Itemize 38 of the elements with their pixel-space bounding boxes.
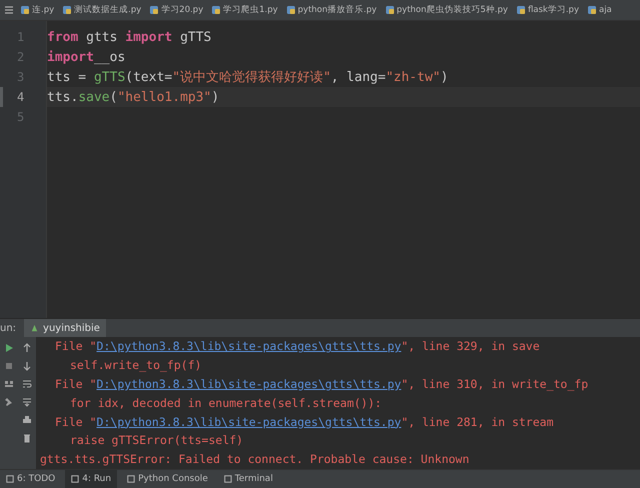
editor-tab[interactable]: 学习20.py — [145, 0, 208, 20]
tool-window-icon — [224, 475, 232, 483]
up-arrow-icon[interactable] — [22, 343, 32, 353]
tool-window-button[interactable]: Python Console — [121, 470, 214, 488]
code-line: from gtts import gTTS — [47, 28, 212, 46]
print-icon[interactable] — [22, 415, 32, 425]
console-line: self.write_to_fp(f) — [69, 357, 203, 374]
console-line: for idx, decoded in enumerate(self.stream()): — [69, 394, 383, 412]
play-icon[interactable] — [4, 343, 14, 353]
scroll-end-icon[interactable] — [22, 397, 32, 407]
run-config-tab[interactable]: yuyinshibie — [24, 319, 106, 337]
editor-tab[interactable]: python播放音乐.py — [282, 0, 381, 20]
console-line: File "D:\python3.8.3\lib\site-packages\gtts\tts.py", line 310, in write_to_fp — [54, 376, 590, 393]
editor-tab[interactable]: 学习爬虫1.py — [207, 0, 282, 20]
console-line: File "D:\python3.8.3\lib\site-packages\gtts\tts.py", line 281, in stream — [54, 414, 555, 431]
editor-tab[interactable]: python爬虫伪装技巧5种.py — [380, 0, 512, 20]
tool-window-icon — [71, 475, 80, 483]
editor-tab[interactable]: flask学习.py — [512, 0, 583, 20]
code-line: import__os — [47, 48, 126, 66]
down-arrow-icon[interactable] — [22, 361, 32, 371]
stop-icon[interactable] — [4, 361, 14, 371]
editor-tab[interactable]: 测试数据生成.py — [58, 0, 146, 20]
tool-window-button[interactable]: 4: Run — [65, 470, 118, 488]
layout-icon[interactable] — [4, 379, 14, 389]
tool-window-button[interactable]: Terminal — [218, 470, 279, 488]
tool-window-icon — [6, 475, 14, 483]
tool-window-icon — [127, 475, 136, 483]
editor-tab[interactable]: 连.py — [16, 0, 58, 20]
menu-icon[interactable] — [4, 5, 14, 15]
trash-icon[interactable] — [22, 433, 32, 443]
tool-window-button[interactable]: 6: TODO — [0, 470, 62, 488]
run-label: un: — [0, 322, 16, 334]
console-line: gtts.tts.gTTSError: Failed to connect. Probable cause: Unknown — [40, 451, 470, 468]
editor-tab[interactable]: aja — [582, 0, 616, 20]
console-line: raise gTTSError(tts=self) — [69, 432, 244, 450]
code-line: tts = gTTS(text="说中文哈觉得获得好好读", lang="zh-tw") — [47, 68, 450, 87]
console-line: File "D:\python3.8.3\lib\site-packages\gtts\tts.py", line 329, in save — [54, 338, 541, 356]
wrap-icon[interactable] — [22, 379, 32, 389]
